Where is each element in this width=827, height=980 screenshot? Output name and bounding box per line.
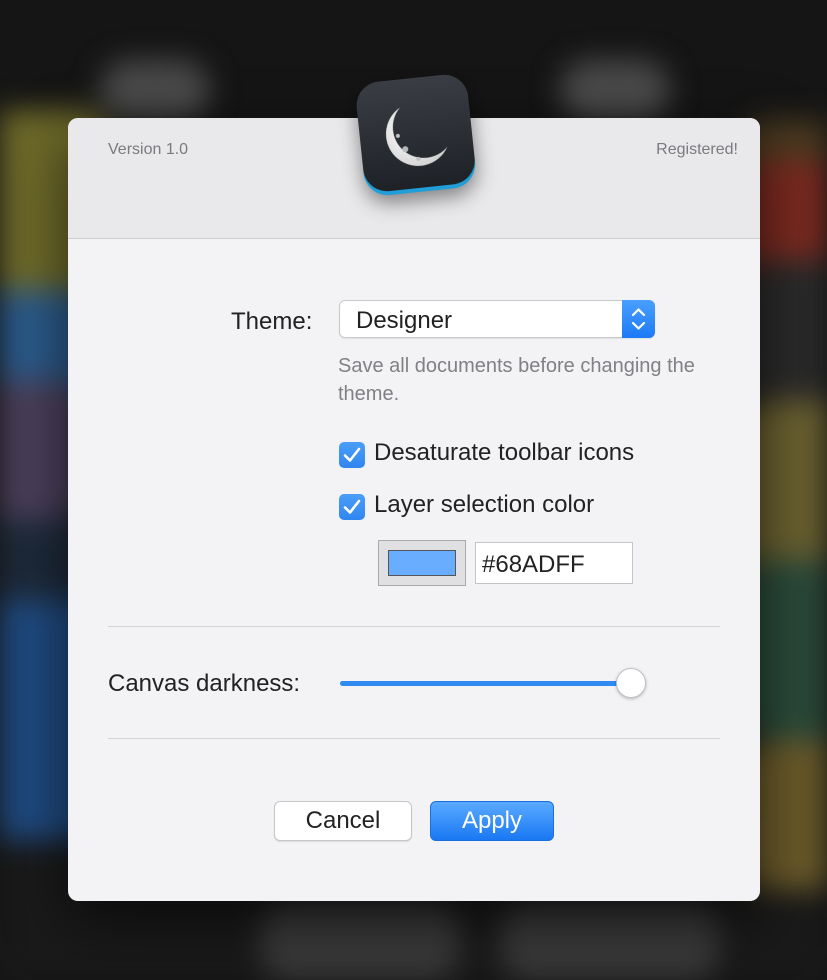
crescent-moon-icon — [350, 70, 482, 202]
checkmark-icon — [343, 499, 361, 514]
divider — [108, 738, 720, 739]
desaturate-checkbox[interactable] — [339, 442, 365, 468]
canvas-darkness-label: Canvas darkness: — [108, 670, 301, 697]
checkmark-icon — [343, 447, 361, 462]
theme-note: Save all documents before changing the t… — [338, 355, 695, 405]
preferences-dialog: Version 1.0 Registered! Theme: Designer … — [68, 118, 760, 901]
registration-status: Registered! — [656, 141, 738, 158]
layer-selection-checkbox[interactable] — [339, 494, 365, 520]
theme-select[interactable]: Designer — [339, 300, 655, 338]
divider — [108, 626, 720, 627]
apply-button[interactable]: Apply — [430, 801, 554, 841]
slider-knob[interactable] — [616, 668, 646, 698]
cancel-button[interactable]: Cancel — [274, 801, 412, 841]
theme-label: Theme: — [231, 308, 313, 335]
layer-selection-label[interactable]: Layer selection color — [374, 491, 594, 519]
hex-color-input[interactable]: #68ADFF — [475, 542, 633, 584]
select-stepper-icon[interactable] — [622, 300, 655, 338]
slider-fill — [340, 681, 631, 686]
color-well[interactable] — [378, 540, 466, 586]
color-swatch — [388, 550, 456, 576]
desaturate-label[interactable]: Desaturate toolbar icons — [374, 439, 634, 467]
canvas-darkness-slider[interactable] — [340, 668, 646, 698]
theme-select-value: Designer — [356, 307, 453, 334]
version-label: Version 1.0 — [108, 141, 189, 158]
